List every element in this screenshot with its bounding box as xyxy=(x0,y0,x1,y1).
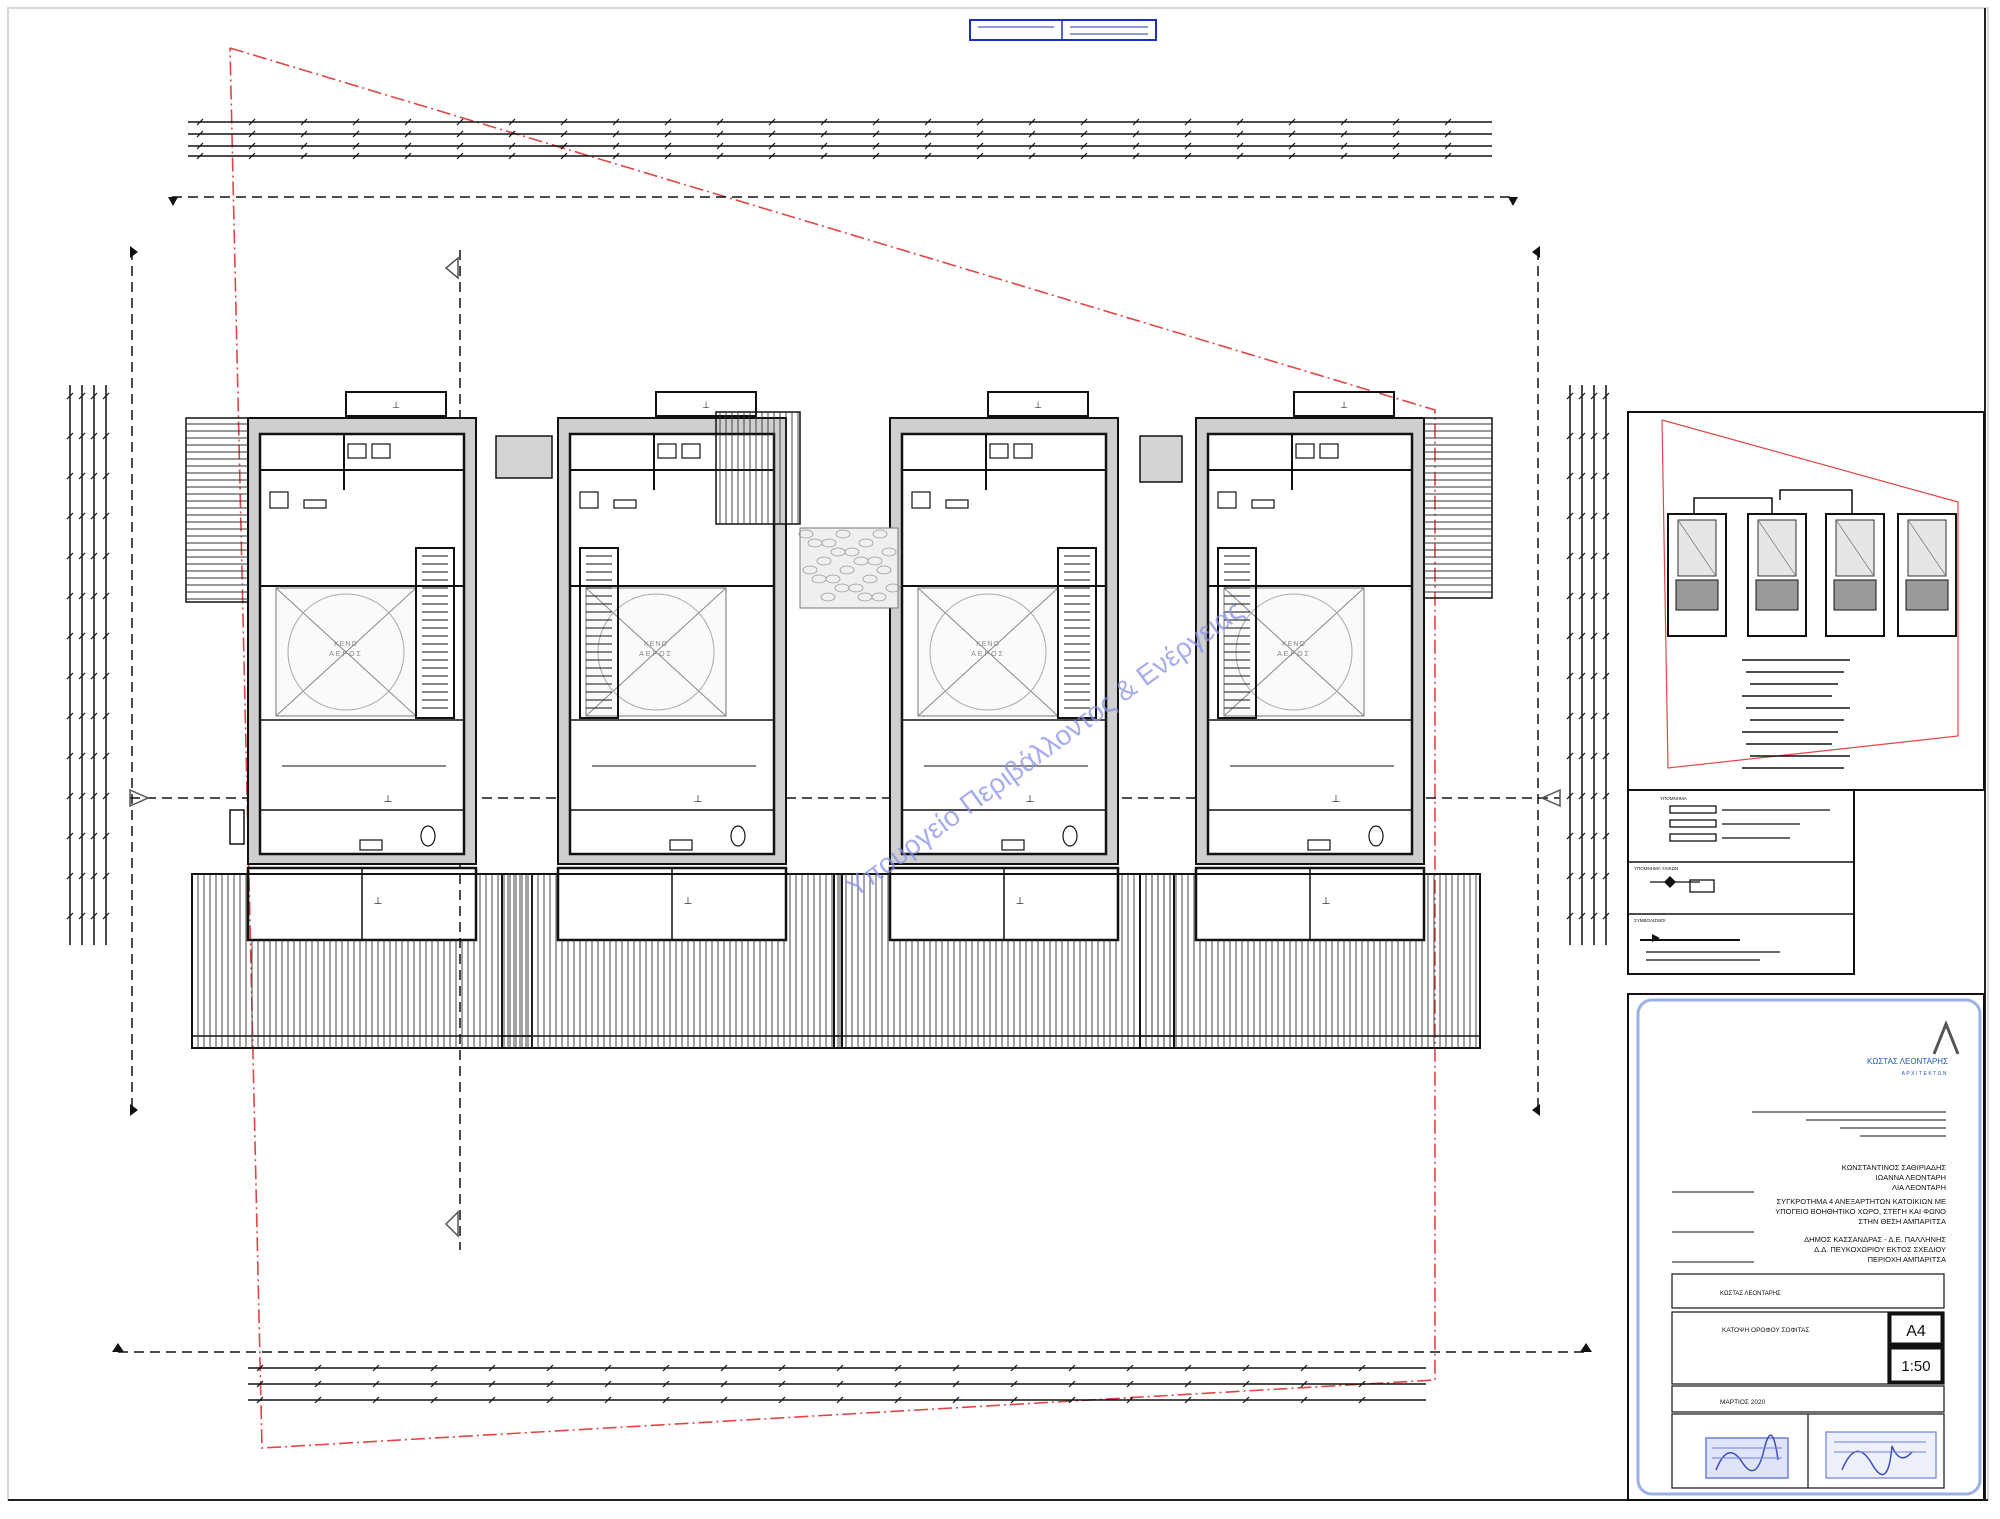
courtyard-paving xyxy=(798,527,901,609)
legend-section-materials: ΥΠΟΜΝΗΜΑ ΥΛΙΚΩΝ xyxy=(1634,866,1678,871)
owner-3: ΛΙΑ ΛΕΟΝΤΑΡΗ xyxy=(1892,1183,1946,1192)
level-mark: ⊥ xyxy=(1322,896,1331,907)
void-sublabel: ΑΕΡΟΣ xyxy=(329,651,363,658)
level-mark: ⊥ xyxy=(374,896,383,907)
drawing-scale: 1:50 xyxy=(1901,1358,1930,1375)
project-line-1: ΣΥΓΚΡΟΤΗΜΑ 4 ΑΝΕΞΑΡΤΗΤΩΝ ΚΑΤΟΙΚΙΩΝ ΜΕ xyxy=(1777,1197,1946,1206)
location-line-1: ΔΗΜΟΣ ΚΑΣΣΑΝΔΡΑΣ - Δ.Ε. ΠΑΛΛΗΝΗΣ xyxy=(1804,1235,1946,1244)
engineer-stamp xyxy=(1705,1434,1789,1479)
link-block xyxy=(495,435,553,479)
level-mark: ⊥ xyxy=(694,794,703,805)
office-subtitle: ΑΡΧΙΤΕΚΤΩΝ xyxy=(1902,1071,1948,1077)
legend-heading: ΥΠΟΜΝΗΜΑ xyxy=(1660,796,1687,801)
drawing-date: ΜΑΡΤΙΟΣ 2020 xyxy=(1720,1399,1766,1406)
level-mark: ⊥ xyxy=(1332,794,1341,805)
architectural-plan-canvas: ⊥ ΚΕΝΟ ΑΕΡΟΣ ⊥ ⊥ ⊥ ΚΕΝΟ ΑΕΡΟΣ ⊥ ⊥ ⊥ ΚΕΝΟ ΑΕΡΟΣ ⊥ ⊥ ⊥ ΚΕΝ… xyxy=(7,7,1989,1501)
level-mark: ⊥ xyxy=(702,400,710,410)
owner-1: ΚΩΝΣΤΑΝΤΙΝΟΣ ΣΑΘΙΡΙΑΔΗΣ xyxy=(1842,1163,1947,1172)
key-plan-fill xyxy=(1755,579,1799,611)
owner-2: ΙΩΑΝΝΑ ΛΕΟΝΤΑΡΗ xyxy=(1876,1173,1947,1182)
void-sublabel: ΑΕΡΟΣ xyxy=(639,651,673,658)
drawing-title: ΚΑΤΟΨΗ ΟΡΟΦΟΥ ΣΟΦΙΤΑΣ xyxy=(1722,1327,1809,1334)
level-mark: ⊥ xyxy=(684,896,693,907)
void-sublabel: ΑΕΡΟΣ xyxy=(1277,651,1311,658)
location-line-2: Δ.Δ. ΠΕΥΚΟΧΩΡΙΟΥ ΕΚΤΟΣ ΣΧΕΔΙΟΥ xyxy=(1814,1245,1946,1254)
level-mark: ⊥ xyxy=(1340,400,1348,410)
drawing-sheet: ⊥ ΚΕΝΟ ΑΕΡΟΣ ⊥ ⊥ ⊥ ΚΕΝΟ ΑΕΡΟΣ ⊥ ⊥ ⊥ ΚΕΝΟ ΑΕΡΟΣ ⊥ ⊥ ⊥ ΚΕΝ… xyxy=(0,0,2000,1514)
level-mark: ⊥ xyxy=(1026,794,1035,805)
link-block xyxy=(1139,435,1183,483)
designer-name: ΚΩΣΤΑΣ ΛΕΟΝΤΑΡΗΣ xyxy=(1720,1291,1781,1297)
void-label: ΚΕΝΟ xyxy=(334,641,358,648)
key-plan-fill xyxy=(1675,579,1719,611)
void-label: ΚΕΝΟ xyxy=(1282,641,1306,648)
void-label: ΚΕΝΟ xyxy=(644,641,668,648)
level-mark: ⊥ xyxy=(392,400,400,410)
owner-signature xyxy=(1825,1431,1937,1479)
void-label: ΚΕΝΟ xyxy=(976,641,1000,648)
level-mark: ⊥ xyxy=(1016,896,1025,907)
key-plan-fill xyxy=(1905,579,1949,611)
sheet-number: A4 xyxy=(1906,1323,1926,1340)
level-mark: ⊥ xyxy=(384,794,393,805)
project-line-2: ΥΠΟΓΕΙΟ ΒΟΗΘΗΤΙΚΟ ΧΩΡΟ, ΣΤΕΓΗ ΚΑΙ ΦΩΝΟ xyxy=(1775,1207,1946,1216)
legend-section-symbols: ΣΥΜΒΟΛΙΣΜΟΙ xyxy=(1634,918,1666,923)
project-line-3: ΣΤΗΝ ΘΕΣΗ ΑΜΠΑΡΙΤΣΑ xyxy=(1858,1217,1946,1226)
void-sublabel: ΑΕΡΟΣ xyxy=(971,651,1005,658)
level-mark: ⊥ xyxy=(1034,400,1042,410)
key-plan-fill xyxy=(1833,579,1877,611)
office-name: ΚΩΣΤΑΣ ΛΕΟΝΤΑΡΗΣ xyxy=(1867,1057,1948,1066)
location-line-3: ΠΕΡΙΟΧΗ ΑΜΠΑΡΙΤΣΑ xyxy=(1868,1255,1946,1264)
